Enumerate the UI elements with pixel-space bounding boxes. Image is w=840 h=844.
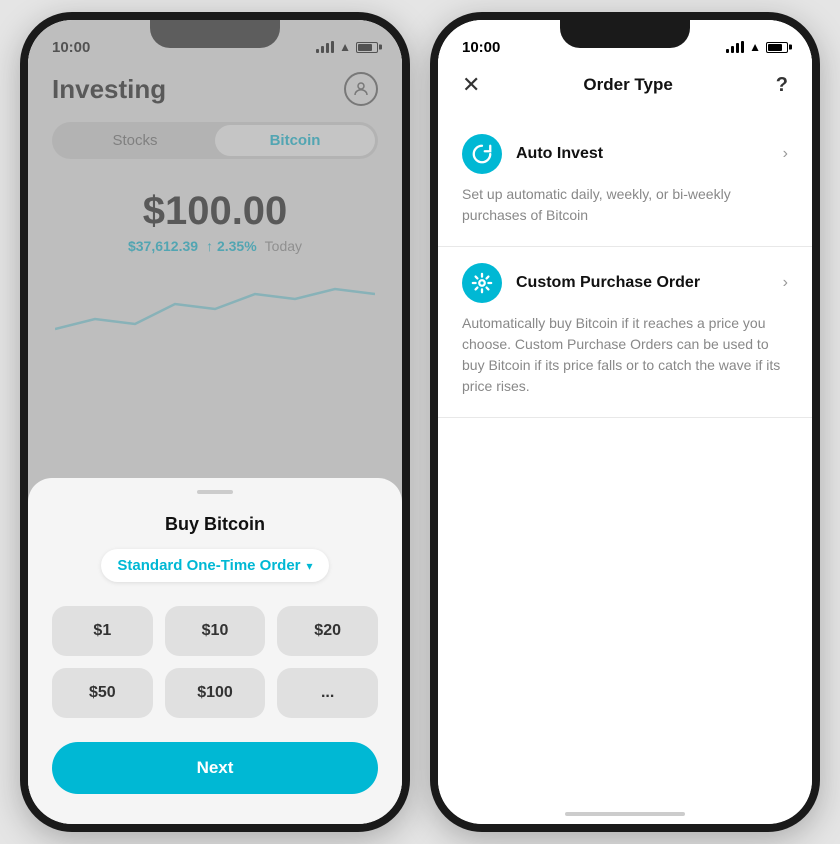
order-type-dropdown[interactable]: Standard One-Time Order ▾ xyxy=(101,549,328,582)
chevron-down-icon: ▾ xyxy=(307,559,313,573)
auto-invest-label: Auto Invest xyxy=(516,145,783,163)
left-phone-content: 10:00 ▲ Investing xyxy=(28,20,402,824)
left-phone: 10:00 ▲ Investing xyxy=(20,12,410,832)
custom-purchase-header: Custom Purchase Order › xyxy=(462,263,788,303)
amount-btn-1[interactable]: $1 xyxy=(52,606,153,656)
right-home-indicator xyxy=(565,812,685,816)
phones-container: 10:00 ▲ Investing xyxy=(20,12,820,832)
sheet-handle xyxy=(197,490,233,494)
right-wifi-icon: ▲ xyxy=(749,40,761,54)
amount-btn-10[interactable]: $10 xyxy=(165,606,266,656)
order-type-title: Order Type xyxy=(583,75,672,95)
custom-purchase-description: Automatically buy Bitcoin if it reaches … xyxy=(462,313,788,401)
auto-invest-description: Set up automatic daily, weekly, or bi-we… xyxy=(462,184,788,230)
dropdown-label: Standard One-Time Order xyxy=(117,557,300,574)
right-phone: 10:00 ▲ ✕ Order Type xyxy=(430,12,820,832)
amount-btn-100[interactable]: $100 xyxy=(165,668,266,718)
amount-btn-more[interactable]: ... xyxy=(277,668,378,718)
sheet-title: Buy Bitcoin xyxy=(52,514,378,535)
auto-invest-chevron-icon: › xyxy=(783,145,788,163)
close-button[interactable]: ✕ xyxy=(462,72,480,98)
auto-invest-icon xyxy=(462,134,502,174)
amount-btn-20[interactable]: $20 xyxy=(277,606,378,656)
right-battery-icon xyxy=(766,42,788,53)
next-button[interactable]: Next xyxy=(52,742,378,794)
right-time: 10:00 xyxy=(462,39,500,56)
custom-purchase-chevron-icon: › xyxy=(783,274,788,292)
right-phone-content: 10:00 ▲ ✕ Order Type xyxy=(438,20,812,824)
bottom-sheet: Buy Bitcoin Standard One-Time Order ▾ $1… xyxy=(28,478,402,824)
right-status-icons: ▲ xyxy=(726,40,788,54)
right-notch xyxy=(560,20,690,48)
amount-grid: $1 $10 $20 $50 $100 ... xyxy=(52,606,378,718)
custom-purchase-option[interactable]: Custom Purchase Order › Automatically bu… xyxy=(438,247,812,418)
custom-purchase-label: Custom Purchase Order xyxy=(516,274,783,292)
amount-btn-50[interactable]: $50 xyxy=(52,668,153,718)
right-signal-icon xyxy=(726,41,744,53)
auto-invest-header: Auto Invest › xyxy=(462,134,788,174)
help-button[interactable]: ? xyxy=(776,74,788,97)
custom-purchase-icon xyxy=(462,263,502,303)
order-type-header: ✕ Order Type ? xyxy=(438,64,812,118)
auto-invest-option[interactable]: Auto Invest › Set up automatic daily, we… xyxy=(438,118,812,247)
